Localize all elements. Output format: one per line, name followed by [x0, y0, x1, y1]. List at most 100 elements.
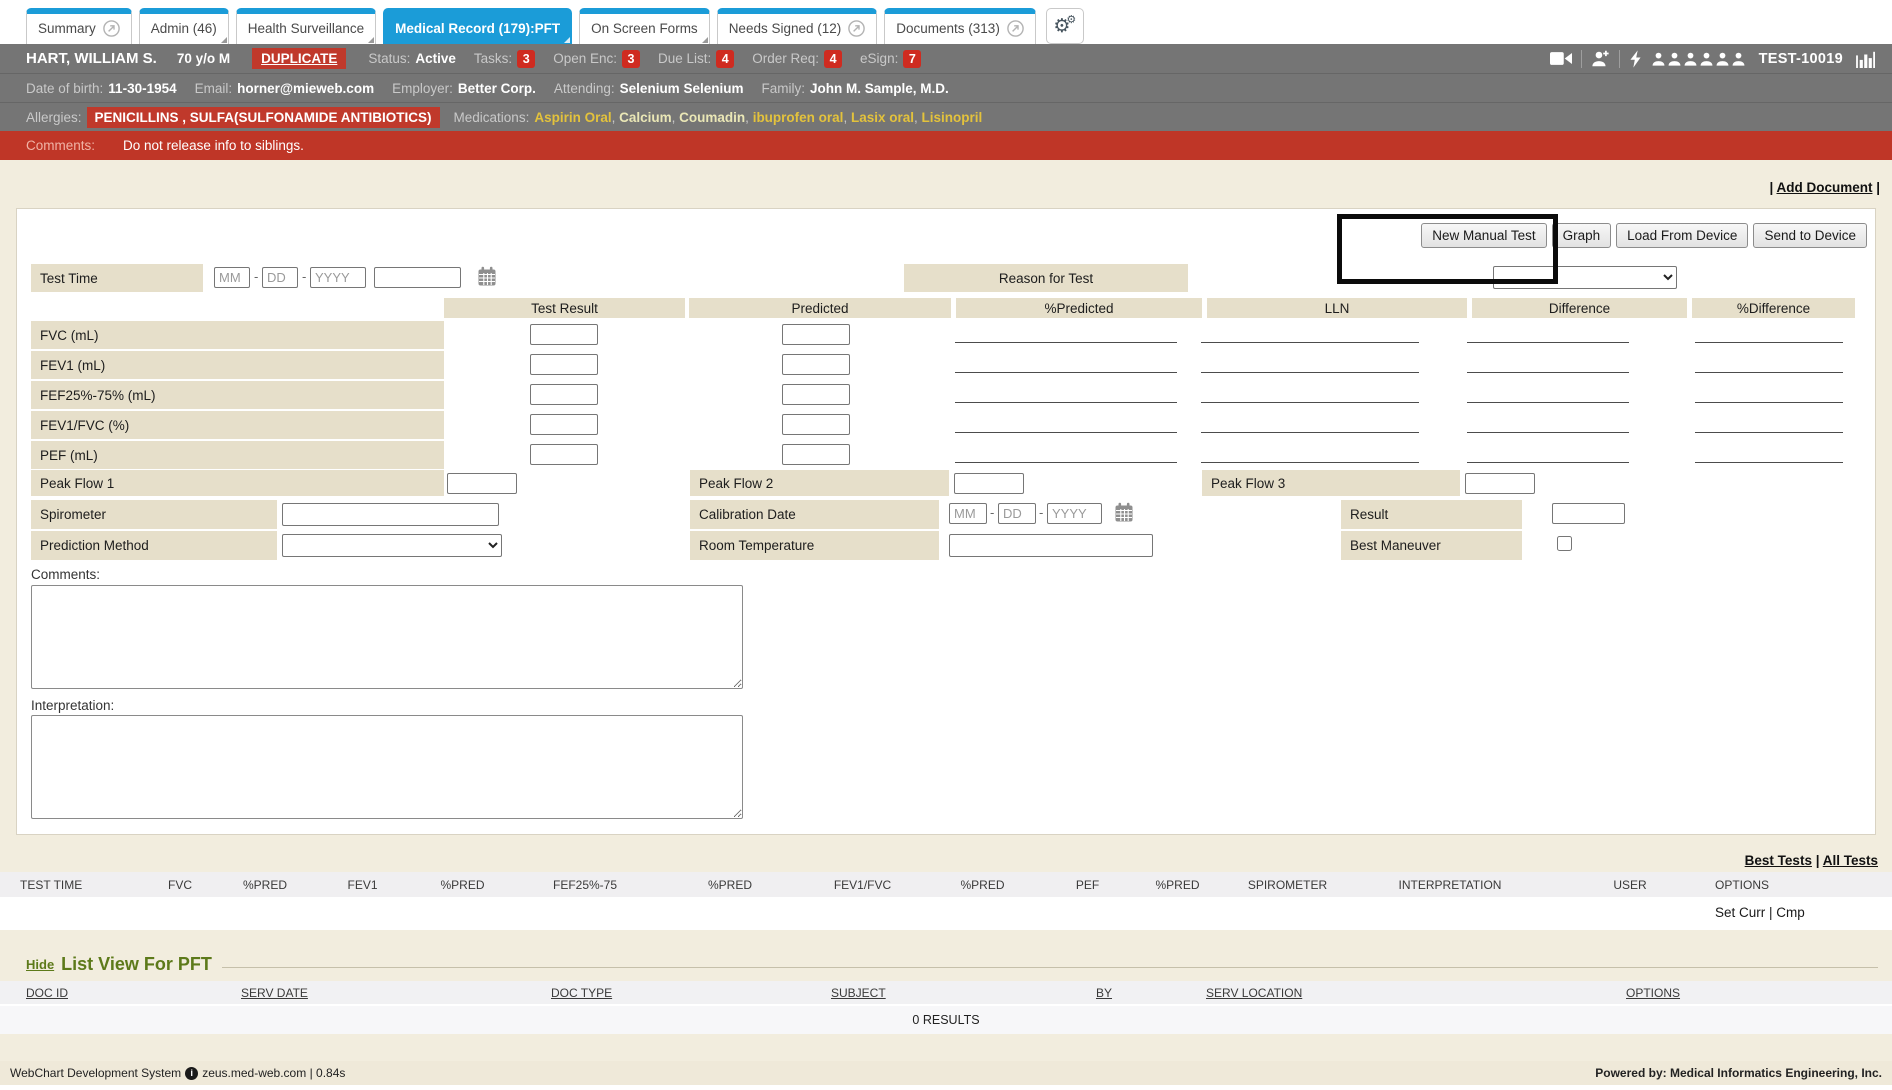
- prediction-method-row: Prediction Method Room Temperature Best …: [17, 531, 1875, 560]
- best-maneuver-checkbox[interactable]: [1557, 536, 1572, 551]
- calibration-yyyy-input[interactable]: [1047, 503, 1102, 524]
- pct-predicted-blank: [955, 402, 1177, 403]
- form-comments-textarea[interactable]: [31, 585, 743, 689]
- open-enc-label: Open Enc:: [553, 51, 617, 66]
- allergies-label: Allergies:: [26, 110, 82, 125]
- hide-list-view-link[interactable]: Hide: [26, 957, 54, 972]
- patient-header-row3: Allergies: PENICILLINS , SULFA(SULFONAMI…: [0, 102, 1892, 131]
- order-req-badge[interactable]: 4: [824, 50, 842, 68]
- settings-gears-icon[interactable]: ⚙⚙: [1046, 8, 1084, 44]
- add-document-link[interactable]: Add Document: [1776, 180, 1872, 195]
- esign-badge[interactable]: 7: [903, 50, 921, 68]
- comments-alert-bar: Comments: Do not release info to sibling…: [0, 131, 1892, 160]
- difference-blank: [1467, 402, 1629, 403]
- result-input[interactable]: [1552, 503, 1625, 524]
- test-date-mm-input[interactable]: [214, 267, 250, 288]
- room-temperature-input[interactable]: [949, 534, 1153, 557]
- medication-item[interactable]: Lasix oral: [851, 110, 914, 125]
- test-date-yyyy-input[interactable]: [310, 267, 366, 288]
- doc-col-by[interactable]: BY: [1096, 986, 1112, 1000]
- medication-item[interactable]: Calcium: [619, 110, 672, 125]
- new-manual-test-button[interactable]: New Manual Test: [1421, 223, 1546, 248]
- send-to-device-button[interactable]: Send to Device: [1753, 223, 1867, 248]
- test-result-input[interactable]: [530, 354, 598, 375]
- popup-arrow-icon[interactable]: [848, 20, 865, 37]
- tasks-label: Tasks:: [474, 51, 512, 66]
- predicted-input[interactable]: [782, 354, 850, 375]
- tab-needs-signed[interactable]: Needs Signed (12): [717, 8, 878, 44]
- doc-col-options[interactable]: OPTIONS: [1626, 986, 1680, 1000]
- medication-item[interactable]: Coumadin: [679, 110, 745, 125]
- add-person-icon[interactable]: [1591, 50, 1610, 67]
- video-camera-icon[interactable]: [1550, 51, 1572, 66]
- calendar-icon[interactable]: [477, 266, 497, 287]
- reason-for-test-select[interactable]: [1493, 266, 1677, 289]
- doc-col-doc-id[interactable]: DOC ID: [26, 986, 68, 1000]
- email-label: Email:: [195, 81, 233, 96]
- tab-label: Health Surveillance: [248, 21, 364, 36]
- set-curr-cmp-links[interactable]: Set Curr | Cmp: [1715, 905, 1805, 920]
- due-list-badge[interactable]: 4: [716, 50, 734, 68]
- test-time-input[interactable]: [374, 267, 461, 288]
- predicted-input[interactable]: [782, 324, 850, 345]
- res-col-pred1: %PRED: [220, 878, 310, 892]
- test-result-input[interactable]: [530, 324, 598, 345]
- lln-blank: [1201, 462, 1419, 463]
- calibration-mm-input[interactable]: [949, 503, 987, 524]
- bar-chart-icon[interactable]: [1856, 50, 1876, 68]
- predicted-input[interactable]: [782, 444, 850, 465]
- test-result-input[interactable]: [530, 444, 598, 465]
- test-result-input[interactable]: [530, 384, 598, 405]
- test-result-input[interactable]: [530, 414, 598, 435]
- duplicate-flag[interactable]: DUPLICATE: [252, 48, 346, 69]
- popup-arrow-icon[interactable]: [103, 20, 120, 37]
- doc-col-serv-location[interactable]: SERV LOCATION: [1206, 986, 1302, 1000]
- tab-medical-record[interactable]: Medical Record (179):PFT: [383, 8, 572, 44]
- predicted-input[interactable]: [782, 384, 850, 405]
- medication-item[interactable]: Lisinopril: [922, 110, 983, 125]
- tasks-badge[interactable]: 3: [517, 50, 535, 68]
- form-comments-label: Comments:: [31, 567, 100, 582]
- res-col-options: OPTIONS: [1715, 878, 1892, 892]
- peak-flow-3-label: Peak Flow 3: [1202, 470, 1460, 496]
- load-from-device-button[interactable]: Load From Device: [1616, 223, 1748, 248]
- best-tests-link[interactable]: Best Tests: [1745, 853, 1812, 868]
- res-col-pred3: %PRED: [660, 878, 800, 892]
- graph-button[interactable]: Graph: [1552, 223, 1612, 248]
- measure-row-fvc: FVC (mL): [17, 321, 1875, 349]
- tab-health-surveillance[interactable]: Health Surveillance: [236, 8, 376, 44]
- medication-item[interactable]: ibuprofen oral: [753, 110, 844, 125]
- footer-sep: |: [306, 1066, 316, 1080]
- predicted-input[interactable]: [782, 414, 850, 435]
- all-tests-link[interactable]: All Tests: [1823, 853, 1878, 868]
- lln-blank: [1201, 372, 1419, 373]
- tab-on-screen-forms[interactable]: On Screen Forms: [579, 8, 710, 44]
- pct-difference-blank: [1695, 462, 1843, 463]
- family-label: Family:: [761, 81, 805, 96]
- doc-col-subject[interactable]: SUBJECT: [831, 986, 886, 1000]
- calendar-icon[interactable]: [1114, 502, 1134, 523]
- results-table-row: Set Curr | Cmp: [0, 897, 1892, 930]
- tab-summary[interactable]: Summary: [26, 8, 132, 44]
- tab-admin[interactable]: Admin (46): [139, 8, 229, 44]
- medication-item[interactable]: Aspirin Oral: [534, 110, 611, 125]
- doc-col-serv-date[interactable]: SERV DATE: [241, 986, 308, 1000]
- doc-col-doc-type[interactable]: DOC TYPE: [551, 986, 612, 1000]
- info-icon[interactable]: [185, 1067, 198, 1080]
- person-icon: [1651, 51, 1666, 67]
- calibration-dd-input[interactable]: [998, 503, 1036, 524]
- col-pct-difference: %Difference: [1692, 298, 1855, 318]
- allergies-value[interactable]: PENICILLINS , SULFA(SULFONAMIDE ANTIBIOT…: [87, 107, 440, 128]
- result-label: Result: [1341, 500, 1522, 529]
- spirometer-input[interactable]: [282, 503, 499, 526]
- open-enc-badge[interactable]: 3: [622, 50, 640, 68]
- lln-blank: [1201, 432, 1419, 433]
- peak-flow-2-input[interactable]: [954, 473, 1024, 494]
- tab-documents[interactable]: Documents (313): [884, 8, 1036, 44]
- peak-flow-3-input[interactable]: [1465, 473, 1535, 494]
- test-date-dd-input[interactable]: [262, 267, 298, 288]
- popup-arrow-icon[interactable]: [1007, 20, 1024, 37]
- prediction-method-select[interactable]: [282, 534, 502, 557]
- peak-flow-1-input[interactable]: [447, 473, 517, 494]
- interpretation-textarea[interactable]: [31, 715, 743, 819]
